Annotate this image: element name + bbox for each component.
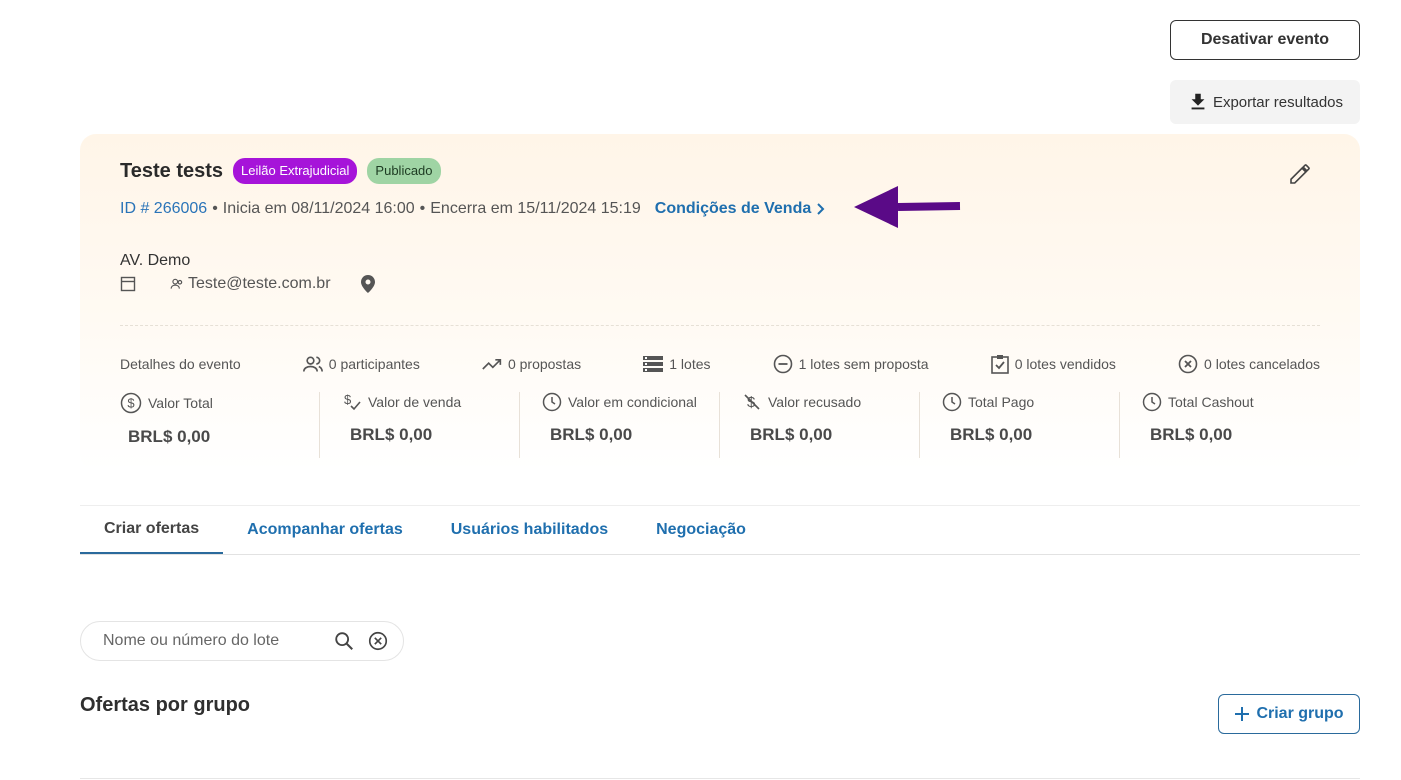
clock-icon (942, 392, 962, 412)
tab-acompanhar-ofertas[interactable]: Acompanhar ofertas (223, 506, 427, 554)
event-stats-row: Detalhes do evento 0 participantes 0 pro… (120, 354, 1320, 374)
arrow-left-annotation-icon (854, 186, 961, 228)
event-title: Teste tests (120, 159, 224, 182)
participants-stat: 0 participantes (302, 355, 420, 373)
value-total-cashout: Total Cashout BRL$ 0,00 (1120, 392, 1320, 458)
participants-count: 0 participantes (328, 356, 420, 372)
tab-negociacao[interactable]: Negociação (632, 506, 770, 554)
lots-no-proposal-count: 1 lotes sem proposta (798, 356, 929, 372)
value-amount: BRL$ 0,00 (750, 425, 833, 444)
plus-icon (1235, 707, 1250, 721)
price-check-icon: $ (344, 392, 361, 411)
card-divider (120, 325, 1320, 326)
event-details-label: Detalhes do evento (120, 356, 241, 372)
create-group-label: Criar grupo (1256, 705, 1344, 722)
lots-sold-count: 0 lotes vendidos (1014, 356, 1116, 372)
minus-circle-icon (773, 354, 792, 374)
value-label: Valor recusado (768, 394, 862, 410)
value-amount: BRL$ 0,00 (950, 425, 1033, 444)
venue-details-row: Teste@teste.com.br (120, 275, 375, 293)
event-card: Teste tests Leilão Extrajudicial Publica… (80, 134, 1360, 470)
lots-stat: 1 lotes (643, 356, 711, 372)
offers-by-group-title: Ofertas por grupo (80, 694, 251, 716)
value-label: Valor Total (148, 395, 213, 411)
value-label: Total Pago (968, 394, 1035, 410)
value-sale: $ Valor de venda BRL$ 0,00 (320, 392, 520, 458)
event-id: ID # 266006 (120, 200, 208, 217)
sale-conditions-label: Condições de Venda (654, 200, 812, 217)
clock-icon (1142, 392, 1162, 412)
tab-criar-ofertas[interactable]: Criar ofertas (80, 506, 224, 554)
lot-search-box (80, 621, 404, 661)
proposals-stat: 0 propostas (482, 356, 581, 372)
contact-email-text: Teste@teste.com.br (188, 275, 331, 292)
separator-dot: • (419, 200, 426, 217)
value-amount: BRL$ 0,00 (128, 427, 211, 446)
clipboard-check-icon (990, 355, 1009, 374)
clear-circle-icon[interactable] (367, 630, 389, 652)
lots-no-proposal-stat: 1 lotes sem proposta (773, 354, 929, 374)
svg-text:$: $ (127, 396, 135, 411)
status-badge: Publicado (367, 158, 441, 184)
pencil-icon[interactable] (1288, 162, 1312, 186)
export-results-label: Exportar resultados (1212, 93, 1344, 111)
people-icon (170, 278, 183, 289)
export-results-button[interactable]: Exportar resultados (1170, 80, 1360, 124)
value-amount: BRL$ 0,00 (550, 425, 633, 444)
trending-up-icon (482, 359, 502, 370)
location-pin-icon[interactable] (360, 275, 375, 293)
archive-icon (120, 276, 136, 292)
event-type-badge: Leilão Extrajudicial (233, 158, 358, 184)
clock-icon (542, 392, 562, 412)
deactivate-event-button[interactable]: Desativar evento (1170, 20, 1360, 60)
event-meta-row: ID # 266006 • Inicia em 08/11/2024 16:00… (120, 200, 827, 218)
contact-email: Teste@teste.com.br (170, 275, 331, 293)
lots-sold-stat: 0 lotes vendidos (990, 354, 1116, 374)
value-label: Total Cashout (1168, 394, 1254, 410)
offers-tabs: Criar ofertas Acompanhar ofertas Usuário… (80, 505, 1360, 555)
money-off-icon: $ (744, 394, 760, 411)
value-refused: $ Valor recusado BRL$ 0,00 (720, 392, 920, 458)
event-title-row: Teste tests Leilão Extrajudicial Publica… (120, 158, 441, 184)
tab-usuarios-habilitados[interactable]: Usuários habilitados (427, 506, 632, 554)
value-conditional: Valor em condicional BRL$ 0,00 (520, 392, 720, 458)
x-circle-icon (1178, 354, 1198, 374)
list-stack-icon (643, 356, 664, 372)
value-amount: BRL$ 0,00 (1150, 425, 1233, 444)
separator-dot: • (212, 200, 218, 217)
financial-values-row: $ Valor Total BRL$ 0,00 $ Valor de venda B… (120, 392, 1320, 458)
lots-count: 1 lotes (669, 356, 711, 372)
venue-name: AV. Demo (120, 252, 191, 269)
value-label: Valor de venda (368, 394, 462, 410)
lots-cancelled-count: 0 lotes cancelados (1204, 356, 1320, 372)
event-start: Inicia em 08/11/2024 16:00 (222, 200, 415, 217)
sale-conditions-link[interactable]: Condições de Venda (655, 200, 827, 218)
lots-cancelled-stat: 0 lotes cancelados (1178, 354, 1320, 374)
value-total-paid: Total Pago BRL$ 0,00 (920, 392, 1120, 458)
participants-icon (302, 356, 323, 372)
dollar-circle-icon: $ (120, 392, 142, 414)
svg-text:$: $ (344, 392, 352, 407)
value-total: $ Valor Total BRL$ 0,00 (120, 392, 320, 458)
event-end: Encerra em 15/11/2024 15:19 (430, 200, 641, 217)
download-icon (1191, 93, 1205, 110)
chevron-right-icon (817, 203, 825, 215)
create-group-button[interactable]: Criar grupo (1218, 694, 1360, 734)
search-icon[interactable] (333, 630, 355, 652)
value-label: Valor em condicional (568, 394, 697, 410)
proposals-count: 0 propostas (507, 356, 582, 372)
lot-search-input[interactable] (103, 632, 321, 650)
value-amount: BRL$ 0,00 (350, 425, 433, 444)
bottom-divider (80, 778, 1360, 779)
